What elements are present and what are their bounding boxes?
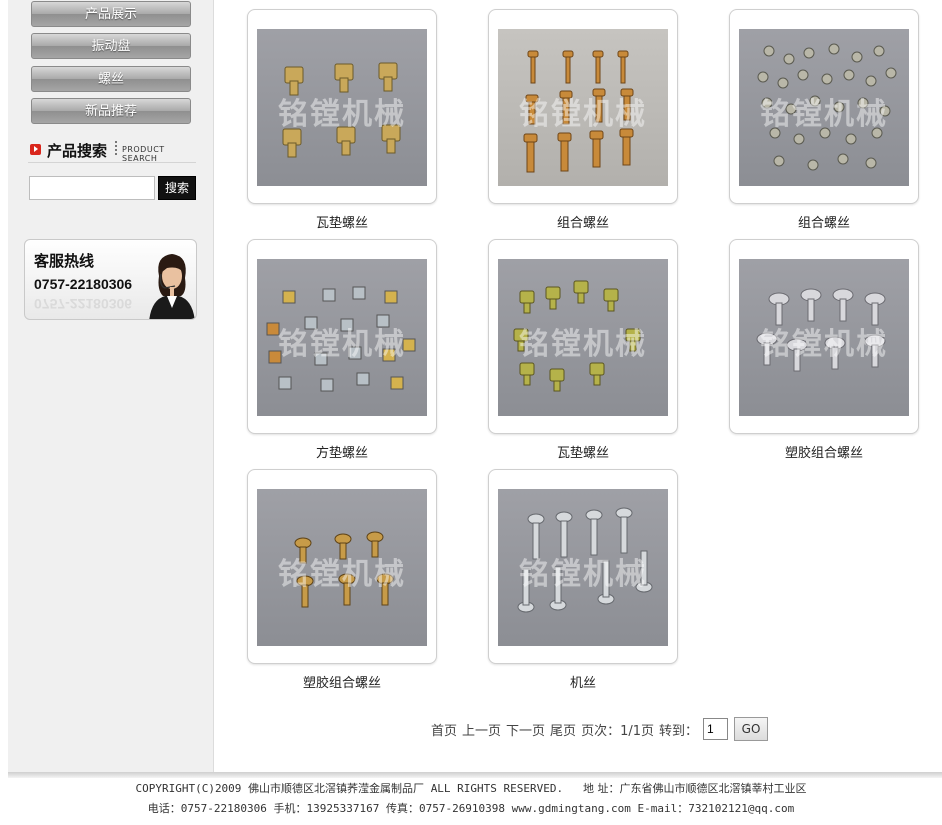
product-name[interactable]: 瓦垫螺丝 <box>488 442 678 461</box>
tel-label: 电话： <box>147 802 181 815</box>
product-photo[interactable]: 铭镗机械 <box>498 259 668 416</box>
product-photo[interactable]: 铭镗机械 <box>257 29 427 186</box>
product-card[interactable]: 铭镗机械 塑胶组合螺丝 <box>247 469 437 691</box>
tel-number: 0757-22180306 <box>180 802 267 815</box>
goto-label: 转到： <box>659 723 699 739</box>
nav-product-display[interactable]: 产品展示 <box>31 1 191 27</box>
nav-new-products[interactable]: 新品推荐 <box>31 98 191 124</box>
search-input[interactable] <box>29 176 155 200</box>
hotline-title: 客服热线 <box>34 252 95 270</box>
fax-label: 传真： <box>385 802 419 815</box>
footer-contact-line: 电话：0757-22180306 手机：13925337167 传真：0757-… <box>0 800 942 816</box>
footer-copyright-line: COPYRIGHT(C)2009 佛山市顺德区北滘镇荞滢金属制品厂 ALL RI… <box>0 780 942 796</box>
watermark-text: 铭镗机械 <box>519 327 647 362</box>
footer-divider <box>8 772 942 778</box>
mobile-label: 手机： <box>273 802 307 815</box>
product-card[interactable]: 铭镗机械 组合螺丝 <box>488 9 678 231</box>
product-name[interactable]: 机丝 <box>488 672 678 691</box>
mobile-number: 13925337167 <box>306 802 380 815</box>
product-card[interactable]: 铭镗机械 方垫螺丝 <box>247 239 437 461</box>
rights-text: ALL RIGHTS RESERVED. <box>430 782 564 795</box>
product-frame: 铭镗机械 <box>247 9 437 204</box>
product-card[interactable]: 铭镗机械 机丝 <box>488 469 678 691</box>
product-photo[interactable]: 铭镗机械 <box>257 489 427 646</box>
search-title-en: PRODUCT SEARCH <box>122 145 165 163</box>
product-photo[interactable]: 铭镗机械 <box>739 29 909 186</box>
play-arrow-icon <box>30 144 41 155</box>
watermark-text: 铭镗机械 <box>278 97 406 132</box>
watermark-text: 铭镗机械 <box>519 97 647 132</box>
email-label: E-mail： <box>637 802 689 815</box>
product-photo[interactable]: 铭镗机械 <box>257 259 427 416</box>
hotline-phone-reflection: 0757-22180306 <box>34 296 133 312</box>
product-card[interactable]: 铭镗机械 瓦垫螺丝 <box>488 239 678 461</box>
pagination: 首页 上一页 下一页 尾页 页次：1/1页 转到： GO <box>431 716 769 742</box>
product-frame: 铭镗机械 <box>488 9 678 204</box>
nav-vibration-feeder[interactable]: 振动盘 <box>31 33 191 59</box>
product-frame: 铭镗机械 <box>247 239 437 434</box>
watermark-text: 铭镗机械 <box>278 327 406 362</box>
watermark-text: 铭镗机械 <box>519 557 647 592</box>
email-link[interactable]: 732102121@qq.com <box>688 802 794 815</box>
product-name[interactable]: 瓦垫螺丝 <box>247 212 437 231</box>
search-title-cn: 产品搜索 <box>47 142 108 160</box>
product-name[interactable]: 组合螺丝 <box>488 212 678 231</box>
product-frame: 铭镗机械 <box>247 469 437 664</box>
product-name[interactable]: 方垫螺丝 <box>247 442 437 461</box>
nav-screws[interactable]: 螺丝 <box>31 66 191 92</box>
address-text: 广东省佛山市顺德区北滘镇莘村工业区 <box>619 782 807 795</box>
watermark-text: 铭镗机械 <box>760 327 888 362</box>
page-number-input[interactable] <box>703 718 729 740</box>
last-page-link[interactable]: 尾页 <box>550 720 576 739</box>
watermark-text: 铭镗机械 <box>760 97 888 132</box>
hotline-phone: 0757-22180306 <box>34 276 133 292</box>
search-divider <box>28 162 196 163</box>
product-name[interactable]: 塑胶组合螺丝 <box>729 442 919 461</box>
product-frame: 铭镗机械 <box>729 9 919 204</box>
support-agent-avatar <box>149 254 195 319</box>
go-button[interactable]: GO <box>734 717 769 741</box>
product-card[interactable]: 铭镗机械 组合螺丝 <box>729 9 919 231</box>
search-button[interactable]: 搜索 <box>158 176 196 200</box>
product-photo[interactable]: 铭镗机械 <box>498 489 668 646</box>
product-card[interactable]: 铭镗机械 瓦垫螺丝 <box>247 9 437 231</box>
customer-hotline-banner: 客服热线 0757-22180306 0757-22180306 <box>24 239 197 320</box>
product-photo[interactable]: 铭镗机械 <box>498 29 668 186</box>
product-name[interactable]: 组合螺丝 <box>729 212 919 231</box>
product-name[interactable]: 塑胶组合螺丝 <box>247 672 437 691</box>
page-info: 页次：1/1页 <box>581 723 654 739</box>
product-photo[interactable]: 铭镗机械 <box>739 259 909 416</box>
address-label: 地 址： <box>583 782 620 795</box>
fax-number: 0757-26910398 <box>418 802 506 815</box>
product-frame: 铭镗机械 <box>488 239 678 434</box>
first-page-link[interactable]: 首页 <box>431 720 457 739</box>
copyright-text: COPYRIGHT(C)2009 <box>135 782 242 795</box>
product-search-heading: 产品搜索 PRODUCT SEARCH <box>28 138 196 164</box>
prev-page-link[interactable]: 上一页 <box>462 720 501 739</box>
dotted-separator <box>115 141 117 155</box>
product-frame: 铭镗机械 <box>488 469 678 664</box>
sidebar: 产品展示 振动盘 螺丝 新品推荐 产品搜索 PRODUCT SEARCH 搜索 … <box>8 0 214 772</box>
product-frame: 铭镗机械 <box>729 239 919 434</box>
website-link[interactable]: www.gdmingtang.com <box>512 802 631 815</box>
next-page-link[interactable]: 下一页 <box>506 720 545 739</box>
company-name: 佛山市顺德区北滘镇荞滢金属制品厂 <box>248 782 425 795</box>
product-card[interactable]: 铭镗机械 塑胶组合螺丝 <box>729 239 919 461</box>
watermark-text: 铭镗机械 <box>278 557 406 592</box>
